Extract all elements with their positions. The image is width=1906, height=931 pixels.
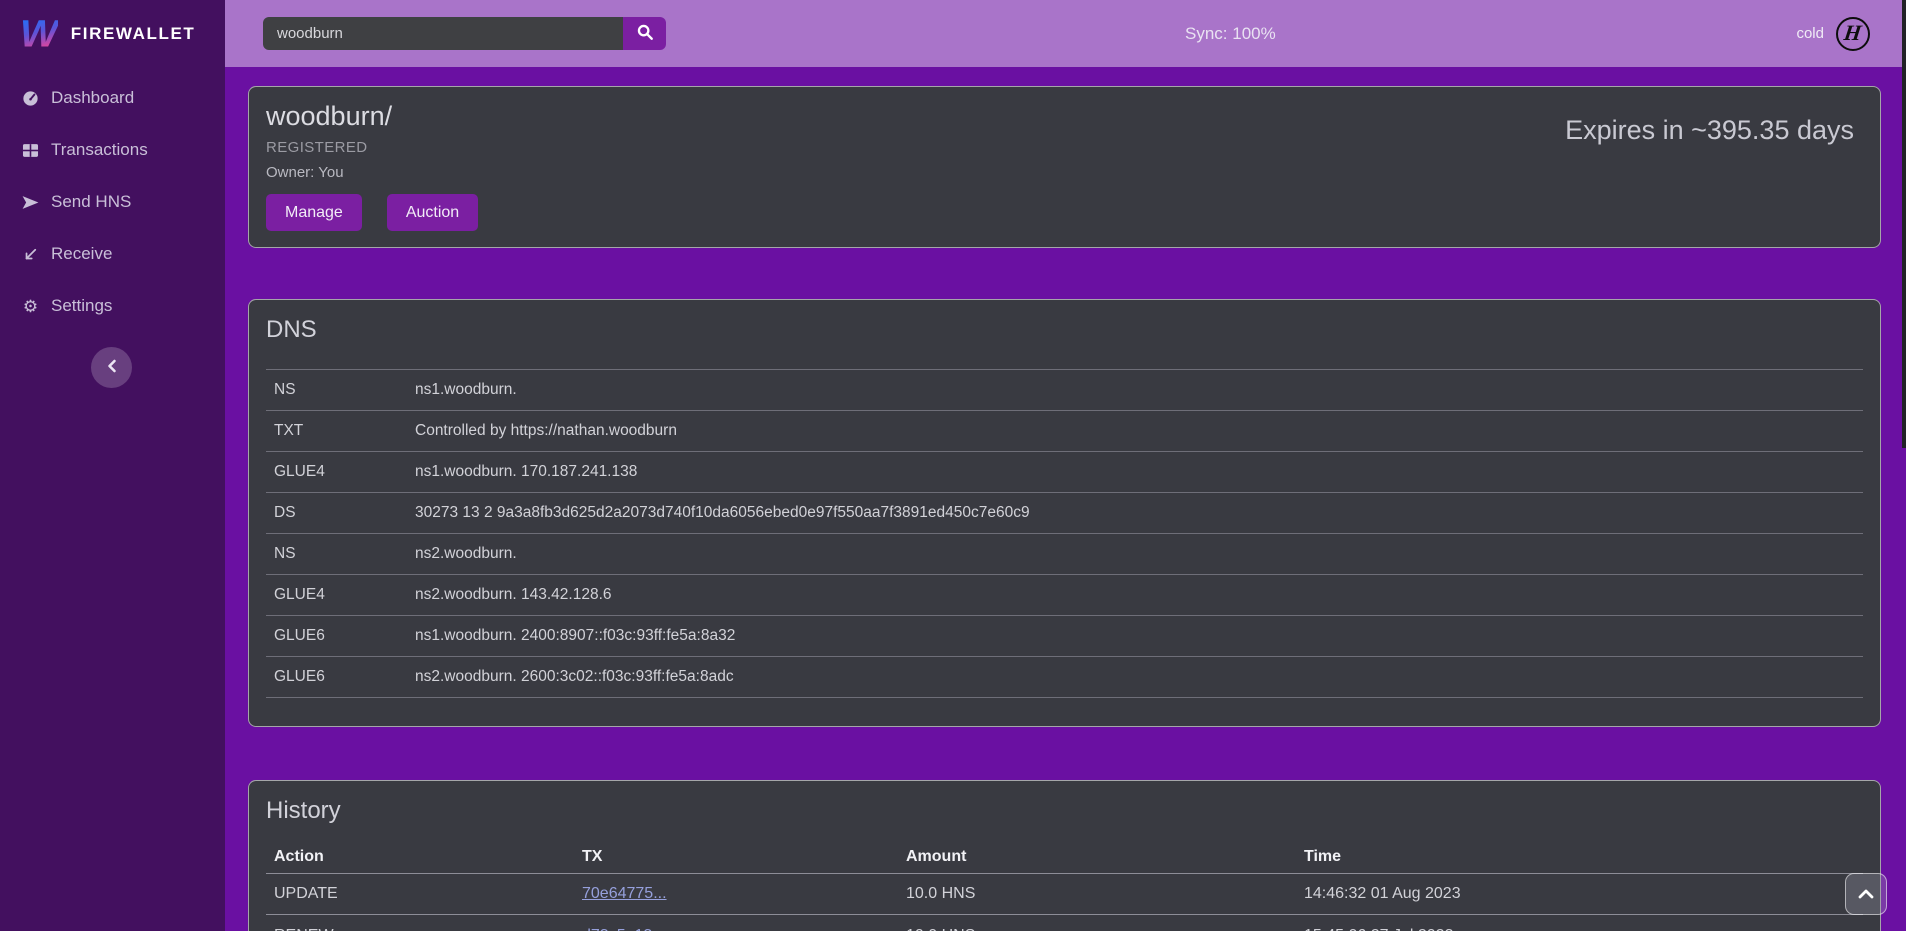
- dns-record-type: NS: [266, 533, 407, 574]
- topbar: Sync: 100% cold H: [225, 0, 1906, 67]
- dns-record-row: TXT Controlled by https://nathan.woodbur…: [266, 410, 1863, 451]
- history-action: RENEW: [266, 915, 574, 931]
- scroll-to-top-button[interactable]: [1845, 873, 1887, 915]
- domain-info: woodburn/ REGISTERED Owner: You Manage A…: [266, 100, 478, 247]
- dns-record-value: ns2.woodburn.: [407, 533, 1863, 574]
- sidebar-item-label: Receive: [51, 244, 112, 264]
- expires-label: Expires in ~395.35 days: [1565, 115, 1854, 247]
- column-header-time: Time: [1296, 840, 1863, 874]
- dns-record-row: NS ns1.woodburn.: [266, 369, 1863, 410]
- history-amount: 10.0 HNS: [898, 874, 1296, 915]
- search-icon: [636, 23, 654, 44]
- column-header-action: Action: [266, 840, 574, 874]
- sidebar-item-receive[interactable]: Receive: [0, 228, 225, 280]
- auction-button[interactable]: Auction: [387, 194, 478, 231]
- dns-table: NS ns1.woodburn. TXT Controlled by https…: [266, 369, 1863, 698]
- brand-name: FIREWALLET: [71, 24, 196, 44]
- dns-record-row: GLUE6 ns2.woodburn. 2600:3c02::f03c:93ff…: [266, 656, 1863, 697]
- column-header-amount: Amount: [898, 840, 1296, 874]
- dns-record-value: 30273 13 2 9a3a8fb3d625d2a2073d740f10da6…: [407, 492, 1863, 533]
- history-table: Action TX Amount Time UPDATE 70e64775...…: [266, 840, 1863, 931]
- chevron-up-icon: [1858, 887, 1874, 902]
- dns-record-type: GLUE4: [266, 451, 407, 492]
- handshake-logo-icon: H: [1836, 17, 1870, 51]
- sidebar-nav: Dashboard Transactions Send HNS Receive: [0, 72, 225, 332]
- history-row: RENEW d73c5e13... 10.0 HNS 15:45:06 27 J…: [266, 915, 1863, 931]
- owner-label: Owner: You: [266, 164, 478, 181]
- sidebar-item-send-hns[interactable]: Send HNS: [0, 176, 225, 228]
- history-section-title: History: [266, 797, 1863, 826]
- dns-record-type: NS: [266, 369, 407, 410]
- history-card: History Action TX Amount Time UPDATE: [248, 780, 1881, 931]
- table-grid-icon: [21, 141, 40, 160]
- wallet-switcher[interactable]: cold H: [1796, 0, 1870, 67]
- brand: W FIREWALLET: [0, 0, 225, 64]
- history-action: UPDATE: [266, 874, 574, 915]
- dns-record-value: ns1.woodburn. 2400:8907::f03c:93ff:fe5a:…: [407, 615, 1863, 656]
- domain-card: woodburn/ REGISTERED Owner: You Manage A…: [248, 86, 1881, 248]
- sidebar-item-label: Send HNS: [51, 192, 131, 212]
- dns-record-row: GLUE4 ns1.woodburn. 170.187.241.138: [266, 451, 1863, 492]
- sidebar-collapse-button[interactable]: [91, 347, 132, 388]
- sidebar: W FIREWALLET Dashboard Transactions Se: [0, 0, 225, 931]
- paper-plane-icon: [21, 193, 40, 212]
- dns-record-type: GLUE6: [266, 615, 407, 656]
- wallet-name-label: cold: [1796, 25, 1824, 42]
- sidebar-item-transactions[interactable]: Transactions: [0, 124, 225, 176]
- sidebar-item-settings[interactable]: ⚙ Settings: [0, 280, 225, 332]
- sidebar-item-label: Settings: [51, 296, 112, 316]
- history-row: UPDATE 70e64775... 10.0 HNS 14:46:32 01 …: [266, 874, 1863, 915]
- sidebar-item-label: Transactions: [51, 140, 148, 160]
- dns-record-row: GLUE6 ns1.woodburn. 2400:8907::f03c:93ff…: [266, 615, 1863, 656]
- chevron-left-icon: [106, 359, 118, 376]
- manage-button[interactable]: Manage: [266, 194, 362, 231]
- history-time: 15:45:06 27 Jul 2023: [1296, 915, 1863, 931]
- search-button[interactable]: [623, 17, 666, 50]
- gear-icon: ⚙: [21, 297, 40, 316]
- history-header-row: Action TX Amount Time: [266, 840, 1863, 874]
- dns-record-value: ns1.woodburn. 170.187.241.138: [407, 451, 1863, 492]
- page-title: woodburn/: [266, 100, 478, 132]
- dns-record-value: ns2.woodburn. 2600:3c02::f03c:93ff:fe5a:…: [407, 656, 1863, 697]
- dns-record-type: DS: [266, 492, 407, 533]
- arrow-down-left-icon: [21, 245, 40, 264]
- dns-record-type: GLUE4: [266, 574, 407, 615]
- dns-record-row: NS ns2.woodburn.: [266, 533, 1863, 574]
- dns-record-value: ns1.woodburn.: [407, 369, 1863, 410]
- page-content: woodburn/ REGISTERED Owner: You Manage A…: [225, 67, 1906, 931]
- history-time: 14:46:32 01 Aug 2023: [1296, 874, 1863, 915]
- dns-record-row: GLUE4 ns2.woodburn. 143.42.128.6: [266, 574, 1863, 615]
- tx-link[interactable]: 70e64775...: [582, 885, 667, 902]
- status-badge: REGISTERED: [266, 139, 478, 156]
- sidebar-item-dashboard[interactable]: Dashboard: [0, 72, 225, 124]
- main-column: Sync: 100% cold H woodburn/ REGISTERED O…: [225, 0, 1906, 931]
- dns-card: DNS NS ns1.woodburn. TXT Controlled by h…: [248, 299, 1881, 727]
- page-scrollbar[interactable]: [1902, 0, 1906, 448]
- domain-actions: Manage Auction: [266, 194, 478, 231]
- column-header-tx: TX: [574, 840, 898, 874]
- dns-record-type: TXT: [266, 410, 407, 451]
- history-amount: 10.0 HNS: [898, 915, 1296, 931]
- dns-section-title: DNS: [266, 316, 1863, 345]
- dns-record-row: DS 30273 13 2 9a3a8fb3d625d2a2073d740f10…: [266, 492, 1863, 533]
- dns-record-value: ns2.woodburn. 143.42.128.6: [407, 574, 1863, 615]
- dns-record-value: Controlled by https://nathan.woodburn: [407, 410, 1863, 451]
- gauge-icon: [21, 89, 40, 108]
- firewallet-logo-icon: W: [20, 15, 58, 53]
- app-window: W FIREWALLET Dashboard Transactions Se: [0, 0, 1906, 931]
- sidebar-item-label: Dashboard: [51, 88, 134, 108]
- search-input[interactable]: [263, 17, 623, 50]
- dns-record-type: GLUE6: [266, 656, 407, 697]
- tx-link[interactable]: d73c5e13...: [582, 927, 666, 931]
- search-bar: [263, 17, 666, 50]
- sync-status: Sync: 100%: [1185, 24, 1276, 44]
